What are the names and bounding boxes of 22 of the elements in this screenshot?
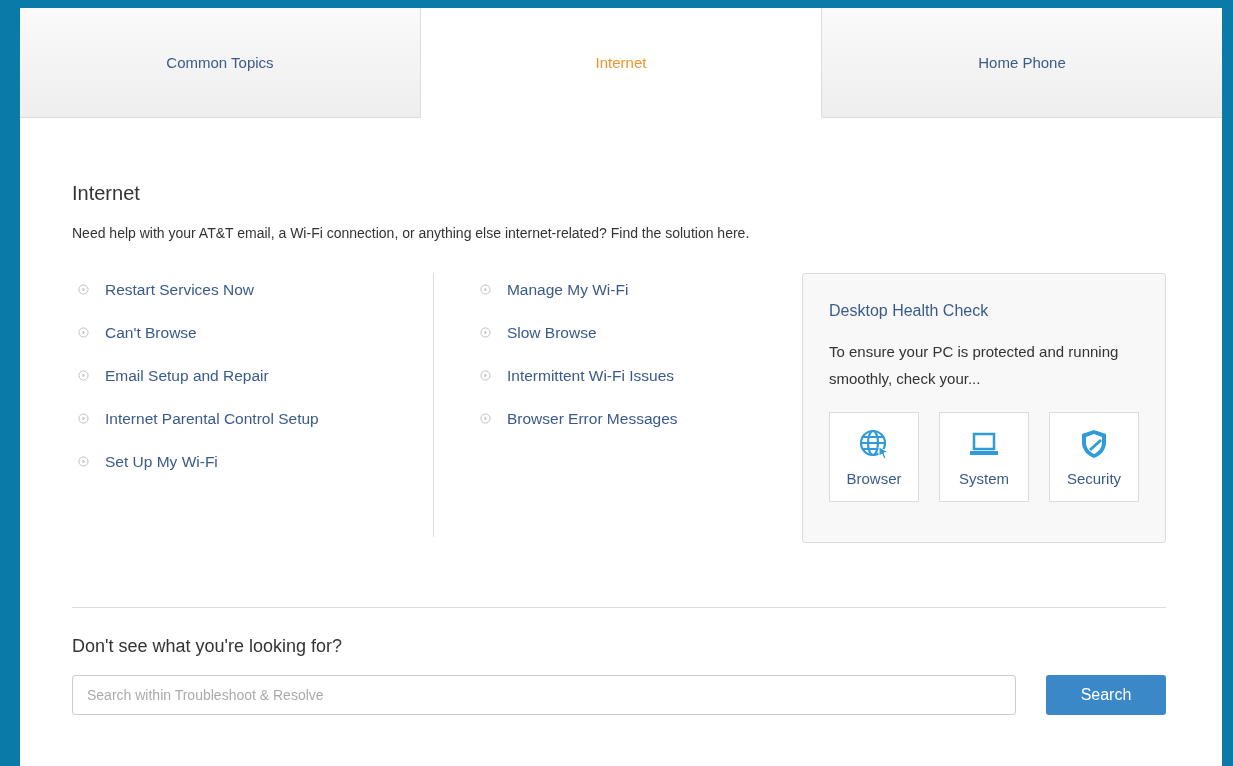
topic-link[interactable]: Set Up My Wi-Fi (105, 452, 218, 471)
section-title: Internet (72, 182, 141, 205)
search-heading: Don't see what you're looking for? (72, 636, 344, 657)
health-check-title: Desktop Health Check (829, 302, 990, 320)
topic-link[interactable]: Manage My Wi-Fi (506, 280, 629, 299)
topic-link[interactable]: Internet Parental Control Setup (105, 409, 319, 428)
health-check-text: To ensure your PC is protected and running smoothly, check your... (829, 342, 1120, 389)
tab[interactable]: Common Topics (20, 8, 421, 118)
tab[interactable]: Home Phone (822, 8, 1222, 118)
search-button[interactable]: Search (1046, 675, 1166, 715)
section-description: Need help with your AT&T email, a Wi-Fi connection, or anything else internet-related? Find the solution here. (72, 225, 751, 241)
check-button[interactable]: System (939, 412, 1029, 502)
topic-link[interactable]: Intermittent Wi-Fi Issues (506, 366, 675, 385)
check-button[interactable]: Browser (829, 412, 919, 502)
topic-link[interactable]: Restart Services Now (105, 280, 254, 299)
topic-link[interactable]: Slow Browse (506, 323, 597, 342)
topic-link[interactable]: Browser Error Messages (506, 409, 678, 428)
topic-link[interactable]: Can't Browse (105, 323, 197, 342)
topic-link[interactable]: Email Setup and Repair (105, 366, 269, 385)
check-button[interactable]: Security (1049, 412, 1139, 502)
globe-icon (858, 427, 890, 460)
search-field[interactable]: Search within Troubleshoot & Resolve (72, 675, 1016, 715)
